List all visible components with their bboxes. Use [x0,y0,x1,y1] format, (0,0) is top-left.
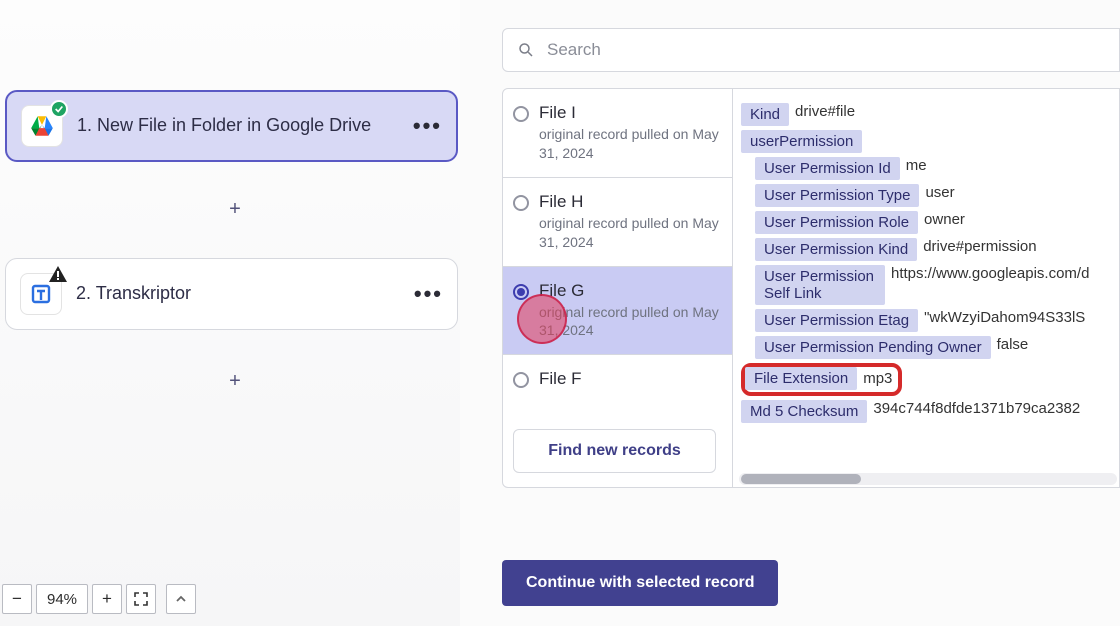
field-perm-pending-value: false [997,336,1029,353]
field-file-ext-label: File Extension [745,367,857,390]
search-input[interactable] [547,40,1105,60]
step-1-menu[interactable]: ••• [413,113,442,139]
step-2-card[interactable]: 2. Transkriptor ••• [5,258,458,330]
record-details: Kind drive#file userPermission User Permi… [733,89,1119,487]
field-perm-role-value: owner [924,211,965,228]
step-1-label: 1. New File in Folder in Google Drive [77,114,413,137]
field-perm-type-value: user [925,184,954,201]
find-new-records-button[interactable]: Find new records [513,429,716,473]
zoom-controls: − 94% + [2,584,196,614]
field-perm-id-value: me [906,157,927,174]
record-selector-panel: File Ioriginal record pulled on May 31, … [480,0,1120,626]
continue-button[interactable]: Continue with selected record [502,560,778,606]
step-2-menu[interactable]: ••• [414,281,443,307]
fit-screen-button[interactable] [126,584,156,614]
radio-icon[interactable] [513,195,529,211]
step-1-card[interactable]: 1. New File in Folder in Google Drive ••… [5,90,458,162]
radio-icon[interactable] [513,372,529,388]
record-name: File H [539,192,720,212]
record-item[interactable]: File Horiginal record pulled on May 31, … [503,178,732,267]
record-list[interactable]: File Ioriginal record pulled on May 31, … [503,89,733,487]
field-perm-kind-value: drive#permission [923,238,1036,255]
record-name: File G [539,281,720,301]
field-perm-etag-label: User Permission Etag [755,309,918,332]
check-badge-icon [50,100,68,118]
search-icon [517,41,535,59]
field-kind-value: drive#file [795,103,855,120]
file-extension-highlight: File Extension mp3 [741,363,902,396]
record-content: File Ioriginal record pulled on May 31, … [502,88,1120,488]
field-perm-self-label: User Permission Self Link [755,265,885,305]
workflow-canvas: 1. New File in Folder in Google Drive ••… [0,0,460,626]
radio-icon[interactable] [513,106,529,122]
field-userperm-label: userPermission [741,130,862,153]
field-file-ext-value: mp3 [863,370,898,387]
record-sub: original record pulled on May 31, 2024 [539,125,720,163]
transkriptor-icon [20,273,62,315]
record-sub: original record pulled on May 31, 2024 [539,303,720,341]
field-md5-value: 394c744f8dfde1371b79ca2382 [873,400,1080,417]
drive-icon [21,105,63,147]
field-perm-type-label: User Permission Type [755,184,919,207]
radio-icon[interactable] [513,284,529,300]
step-2-label: 2. Transkriptor [76,282,414,305]
field-perm-role-label: User Permission Role [755,211,918,234]
record-name: File F [539,369,582,389]
add-step-plus-bottom[interactable]: + [228,370,242,393]
field-perm-etag-value: "wkWzyiDahom94S33lS [924,309,1085,326]
record-name: File I [539,103,720,123]
record-sub: original record pulled on May 31, 2024 [539,214,720,252]
zoom-in-button[interactable]: + [92,584,122,614]
record-item-selected[interactable]: File Goriginal record pulled on May 31, … [503,267,732,356]
field-perm-kind-label: User Permission Kind [755,238,917,261]
add-step-plus-top[interactable]: + [228,198,242,221]
zoom-level[interactable]: 94% [36,584,88,614]
field-perm-self-value: https://www.googleapis.com/d [891,265,1089,282]
field-perm-id-label: User Permission Id [755,157,900,180]
warning-badge-icon [49,266,67,287]
collapse-button[interactable] [166,584,196,614]
zoom-out-button[interactable]: − [2,584,32,614]
record-item[interactable]: File Ioriginal record pulled on May 31, … [503,89,732,178]
field-md5-label: Md 5 Checksum [741,400,867,423]
search-bar[interactable] [502,28,1120,72]
details-horizontal-scrollbar[interactable] [739,473,1117,485]
field-kind-label: Kind [741,103,789,126]
field-perm-pending-label: User Permission Pending Owner [755,336,991,359]
